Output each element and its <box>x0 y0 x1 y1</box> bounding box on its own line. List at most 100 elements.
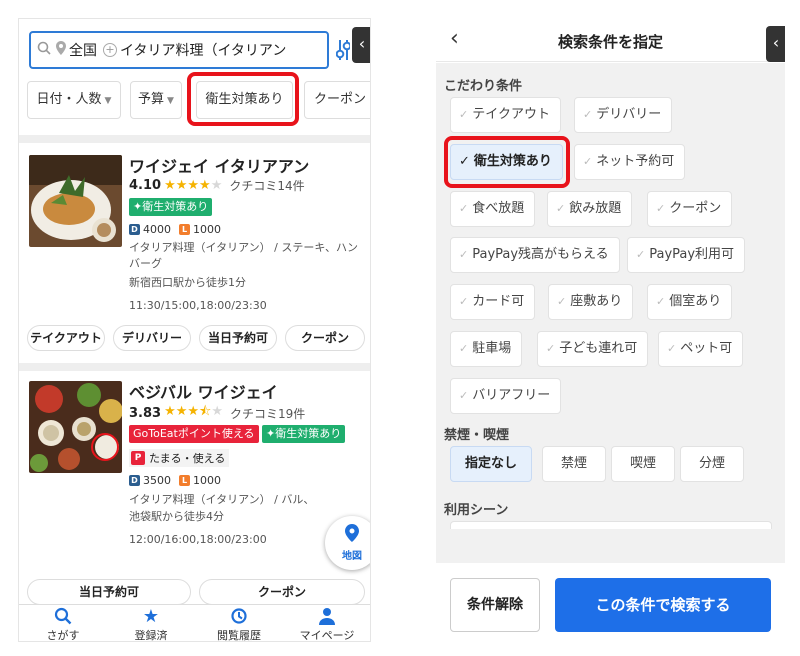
chip-budget[interactable]: 予算 ▼ <box>130 81 182 119</box>
smoking-separated[interactable]: 分煙 <box>680 446 744 482</box>
check-icon: ✓ <box>459 248 469 261</box>
chip-coupon[interactable]: クーポン <box>304 81 370 119</box>
option-private-room[interactable]: ✓ 個室あり <box>647 284 733 320</box>
dinner-price: 4000 <box>143 223 171 236</box>
dinner-icon: D <box>129 224 140 235</box>
option-pets[interactable]: ✓ ペット可 <box>658 331 744 367</box>
coupon-button[interactable]: クーポン <box>285 325 365 351</box>
chip-hygiene[interactable]: 衛生対策あり <box>196 81 293 119</box>
restaurant-name[interactable]: ベジバル ワイジェイ <box>129 379 278 403</box>
chip-label: クーポン <box>313 92 366 107</box>
tab-history[interactable]: 閲覧履歴 <box>195 607 283 642</box>
search-bar[interactable]: 全国 + イタリア料理（イタリアン <box>29 31 329 69</box>
tab-label: 閲覧履歴 <box>217 629 261 642</box>
delivery-button[interactable]: デリバリー <box>113 325 191 351</box>
star-icon: ★ <box>142 606 160 627</box>
option-barrier-free[interactable]: ✓ バリアフリー <box>450 378 562 414</box>
tab-label: マイページ <box>299 629 355 642</box>
restaurant-name[interactable]: ワイジェイ イタリアアン <box>129 153 309 177</box>
divider <box>19 363 370 371</box>
rating-row: 4.10 ★★★★★ クチコミ14件 <box>129 177 305 194</box>
review-count[interactable]: クチコミ14件 <box>229 177 304 194</box>
search-keyword[interactable]: イタリア料理（イタリアン <box>120 40 286 60</box>
conditions-body: こだわり条件 ✓ テイクアウト ✓ デリバリー ✓ 衛生対策あり ✓ ネット予約可 ✓ 食… <box>436 63 785 563</box>
search-area[interactable]: 全国 <box>69 40 97 60</box>
clear-conditions-button[interactable]: 条件解除 <box>450 578 540 632</box>
hours: 11:30/15:00,18:00/23:30 <box>129 299 267 312</box>
filter-icon[interactable] <box>335 39 352 66</box>
collapse-tab-icon[interactable]: ‹ <box>766 26 785 62</box>
coupon-button[interactable]: クーポン <box>199 579 365 605</box>
smoking-no[interactable]: 禁煙 <box>542 446 606 482</box>
review-count[interactable]: クチコミ19件 <box>230 405 305 422</box>
option-label: 飲み放題 <box>569 201 622 216</box>
chip-date-people[interactable]: 日付・人数 ▼ <box>27 81 121 119</box>
takeout-button[interactable]: テイクアウト <box>27 325 105 351</box>
option-label: ネット予約可 <box>596 154 675 169</box>
price-row: D 3500 L 1000 <box>129 474 221 487</box>
check-icon: ✓ <box>656 295 666 308</box>
check-icon: ✓ <box>459 154 470 169</box>
check-icon: ✓ <box>459 202 469 215</box>
check-icon: ✓ <box>583 155 593 168</box>
map-button[interactable]: 地図 <box>325 516 370 570</box>
option-net-reserve[interactable]: ✓ ネット予約可 <box>574 144 686 180</box>
tab-mypage[interactable]: マイページ <box>283 607 370 642</box>
option-all-you-can-drink[interactable]: ✓ 飲み放題 <box>547 191 633 227</box>
option-zashiki[interactable]: ✓ 座敷あり <box>548 284 634 320</box>
check-icon: ✓ <box>557 295 567 308</box>
divider <box>19 135 370 143</box>
gotoeat-badge: GoToEatポイント使える <box>129 425 259 443</box>
tab-label: さがす <box>46 629 80 642</box>
search-icon <box>19 607 107 627</box>
option-parking[interactable]: ✓ 駐車場 <box>450 331 523 367</box>
option-label: ペット可 <box>680 341 733 356</box>
check-icon: ✓ <box>656 202 666 215</box>
smoking-none[interactable]: 指定なし <box>450 446 532 482</box>
restaurant-photo <box>29 381 122 473</box>
option-delivery[interactable]: ✓ デリバリー <box>574 97 673 133</box>
option-paypay-cashback[interactable]: ✓ PayPay残高がもらえる <box>450 237 620 273</box>
apply-search-button[interactable]: この条件で検索する <box>555 578 771 632</box>
check-icon: ✓ <box>556 202 566 215</box>
map-label: 地図 <box>342 551 362 562</box>
lunch-price: 1000 <box>193 474 221 487</box>
section-smoking: 禁煙・喫煙 <box>444 428 510 443</box>
restaurant-card[interactable]: ワイジェイ イタリアアン 4.10 ★★★★★ クチコミ14件 ✦衛生対策あり … <box>19 143 370 363</box>
check-icon: ✓ <box>636 248 646 261</box>
check-icon: ✓ <box>667 342 677 355</box>
option-hygiene[interactable]: ✓ 衛生対策あり <box>450 144 563 180</box>
option-label: カード可 <box>472 294 525 309</box>
option-takeout[interactable]: ✓ テイクアウト <box>450 97 561 133</box>
same-day-button[interactable]: 当日予約可 <box>199 325 277 351</box>
tab-search[interactable]: さがす <box>19 607 107 642</box>
dinner-icon: D <box>129 475 140 486</box>
hygiene-badge: ✦衛生対策あり <box>129 198 213 216</box>
option-label: 衛生対策あり <box>473 154 552 169</box>
scene-select[interactable] <box>450 521 772 529</box>
option-paypay-usable[interactable]: ✓ PayPay利用可 <box>627 237 746 273</box>
price-row: D 4000 L 1000 <box>129 223 221 236</box>
option-kids[interactable]: ✓ 子ども連れ可 <box>537 331 649 367</box>
rating-value: 4.10 <box>129 178 162 193</box>
option-label: 個室あり <box>669 294 722 309</box>
same-day-button[interactable]: 当日予約可 <box>27 579 191 605</box>
location-pin-icon <box>56 41 66 59</box>
smoking-yes[interactable]: 喫煙 <box>611 446 675 482</box>
bottom-tab-bar: さがす ★ 登録済 閲覧履歴 マイページ <box>19 604 370 642</box>
badge-label: 衛生対策あり <box>142 200 209 213</box>
option-card[interactable]: ✓ カード可 <box>450 284 536 320</box>
option-label: クーポン <box>669 201 722 216</box>
caret-down-icon: ▼ <box>167 96 174 106</box>
paypay-icon: P <box>131 451 145 465</box>
check-icon: ✓ <box>459 389 469 402</box>
restaurant-photo <box>29 155 122 247</box>
option-label: PayPay利用可 <box>649 247 735 262</box>
option-all-you-can-eat[interactable]: ✓ 食べ放題 <box>450 191 536 227</box>
restaurant-card[interactable]: ベジバル ワイジェイ 3.83 ★★★⯪★ クチコミ19件 GoToEatポイン… <box>19 371 370 605</box>
tab-saved[interactable]: ★ 登録済 <box>107 607 195 642</box>
check-icon: ✓ <box>459 108 469 121</box>
option-coupon[interactable]: ✓ クーポン <box>647 191 733 227</box>
collapse-tab-icon[interactable]: ‹ <box>352 27 370 63</box>
genre: イタリア料理（イタリアン） / バル、 <box>129 493 315 506</box>
